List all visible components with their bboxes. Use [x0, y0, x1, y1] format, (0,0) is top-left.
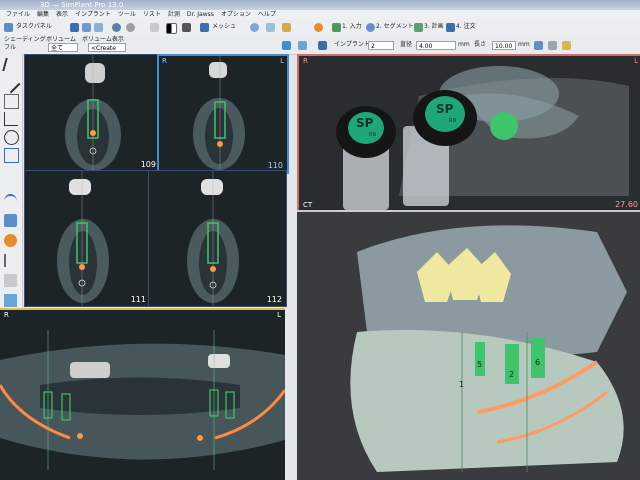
save-icon[interactable]	[70, 23, 79, 32]
implant-number-1: 1	[459, 380, 465, 389]
implant-number-2: 2	[509, 370, 515, 379]
step1-input[interactable]: 1. 入力	[342, 22, 362, 32]
undo-icon[interactable]	[112, 23, 121, 32]
ct-slice-image	[25, 55, 160, 171]
slice-number: 109	[140, 160, 156, 169]
slice-number: 112	[266, 295, 282, 304]
view-corner-label: R	[162, 57, 167, 65]
pointer-icon[interactable]	[150, 23, 159, 32]
window-level-icon[interactable]	[182, 23, 191, 32]
mesh-label[interactable]: メッシュ	[212, 22, 236, 32]
ct-slice-image	[25, 171, 150, 306]
implant-cap-sub-1: RN	[369, 132, 377, 138]
step1-icon[interactable]	[332, 23, 341, 32]
implant-axis-icon[interactable]	[298, 41, 307, 50]
measure-icon[interactable]	[282, 23, 291, 32]
panoramic-view[interactable]: R L	[0, 308, 285, 480]
curve-tool-icon[interactable]	[4, 194, 17, 209]
step4-icon[interactable]	[446, 23, 455, 32]
implant-tool-icon[interactable]	[282, 41, 291, 50]
diameter-unit: mm	[458, 41, 470, 48]
step2-segment[interactable]: 2. セグメント	[376, 22, 414, 32]
diameter-label: 直径	[400, 41, 413, 48]
cross-section-view-111[interactable]: 111	[24, 170, 151, 307]
rectangle-tool-icon[interactable]	[4, 148, 19, 163]
contrast-icon[interactable]	[166, 23, 177, 34]
implant-number-6: 6	[535, 358, 541, 367]
view-corner-label-l: L	[280, 57, 284, 65]
length-unit: mm	[518, 41, 530, 48]
implant-info-icon[interactable]	[562, 41, 571, 50]
implant-list-icon[interactable]	[318, 41, 327, 50]
simplant-window: 3D — SimPlant Pro 13.0 ファイル 編集 表示 インプラント…	[0, 0, 640, 480]
create-select[interactable]: <Create	[88, 43, 126, 52]
axial-view[interactable]: R L SP RN SP RN CT 27.60	[297, 54, 640, 213]
3d-view[interactable]: 1 5 2 6	[297, 210, 640, 480]
axial-corner-l: L	[634, 57, 638, 65]
implant-cap-text-1: SP	[356, 116, 374, 130]
cross-section-view-112[interactable]: 112	[148, 170, 287, 307]
step3-plan[interactable]: 3. 計画	[424, 22, 444, 32]
circle-tool-icon[interactable]	[4, 130, 19, 145]
angle-tool-icon[interactable]	[4, 112, 18, 126]
pano-corner-l: L	[277, 311, 281, 319]
implant-label: インプラント	[334, 41, 370, 48]
implant-cap-text-2: SP	[436, 102, 454, 116]
full-label: フル	[4, 44, 17, 51]
ct-slice-image	[159, 56, 287, 172]
implant-select[interactable]: 2	[368, 41, 394, 50]
implant-lock-icon[interactable]	[548, 41, 557, 50]
axial-corner-r: R	[303, 57, 308, 65]
zoom-fit-icon[interactable]	[266, 23, 275, 32]
diameter-field[interactable]: 4.00	[416, 41, 456, 50]
move-icon[interactable]	[200, 23, 209, 32]
step2-icon[interactable]	[366, 23, 375, 32]
ruler-tool-icon[interactable]	[4, 254, 19, 267]
cross-section-view-110[interactable]: R L 110	[157, 54, 289, 174]
slice-position: 27.60	[615, 200, 638, 209]
implant-cap-sub-2: RN	[449, 118, 457, 124]
task-panel-label[interactable]: タスクパネル	[16, 22, 52, 32]
polyline-tool-icon[interactable]	[4, 94, 19, 109]
line-tool-icon[interactable]	[0, 73, 21, 94]
window-title: 3D — SimPlant Pro 13.0	[40, 1, 124, 9]
visibility-select[interactable]: 全て	[48, 43, 78, 52]
zoom-icon[interactable]	[250, 23, 259, 32]
redo-icon[interactable]	[126, 23, 135, 32]
density-tool-icon[interactable]	[4, 214, 17, 227]
ct-label: CT	[303, 201, 313, 209]
implant-props-icon[interactable]	[534, 41, 543, 50]
title-bar: 3D — SimPlant Pro 13.0	[0, 0, 640, 10]
annotation-tool-icon[interactable]	[4, 274, 17, 287]
print-icon[interactable]	[94, 23, 103, 32]
slice-number: 111	[130, 295, 146, 304]
step4-order[interactable]: 4. 注文	[456, 22, 476, 32]
ct-slice-image	[149, 171, 286, 306]
implant-tool-side-icon[interactable]	[4, 294, 17, 307]
step3-icon[interactable]	[414, 23, 423, 32]
slice-number: 110	[267, 161, 283, 170]
axial-image	[299, 56, 640, 211]
cross-section-view-109[interactable]: 109	[24, 54, 161, 172]
open-icon[interactable]	[82, 23, 91, 32]
3d-jaw-render	[297, 212, 640, 480]
length-label: 長さ	[474, 41, 487, 48]
pano-corner-r: R	[4, 311, 9, 319]
nerve-tool-icon[interactable]	[4, 234, 17, 247]
orange-tool-icon[interactable]	[314, 23, 323, 32]
length-field[interactable]: 10.00	[492, 41, 516, 50]
implant-number-5: 5	[477, 360, 483, 369]
task-panel-icon[interactable]	[4, 23, 13, 32]
panoramic-image	[0, 310, 285, 480]
view-toolbar: シェーディング ボリューム ボリューム表示 フル 全て <Create インプラ…	[0, 36, 640, 55]
pointer-tool-icon[interactable]	[2, 58, 21, 71]
